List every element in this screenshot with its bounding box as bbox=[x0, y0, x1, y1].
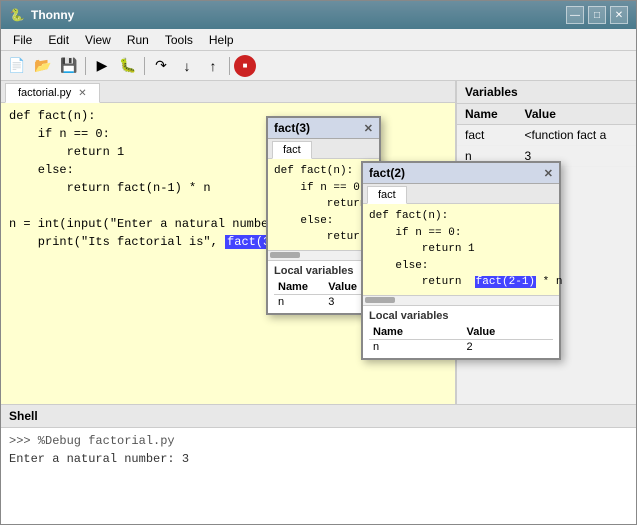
debug-scroll-fact2[interactable] bbox=[363, 295, 559, 305]
editor-tab-bar: factorial.py ✕ bbox=[1, 81, 455, 103]
debug-code2-line-5: return fact(2-1) * n bbox=[369, 274, 553, 291]
stop-button[interactable]: ■ bbox=[234, 55, 256, 77]
debug-code2-line-1: def fact(n): bbox=[369, 208, 553, 225]
debug-code-line-2: if n == 0: bbox=[274, 180, 373, 197]
var-name-fact: fact bbox=[457, 125, 517, 146]
debug-var-col-value-fact2: Value bbox=[463, 325, 554, 340]
toolbar-separator-1 bbox=[85, 57, 86, 75]
debug-close-fact3[interactable]: ✕ bbox=[364, 122, 373, 135]
toolbar: 📄 📂 💾 ▶ 🐛 ↷ ↓ ↑ ■ bbox=[1, 51, 636, 81]
debug-titlebar-fact3: fact(3) ✕ bbox=[268, 118, 379, 139]
toolbar-separator-3 bbox=[229, 57, 230, 75]
var-col-value: Value bbox=[517, 104, 636, 125]
maximize-button[interactable]: □ bbox=[588, 6, 606, 24]
debug-var-n-value-fact2: 2 bbox=[463, 339, 554, 354]
debug-var-row-n-fact2: n 2 bbox=[369, 339, 553, 354]
debug-code-line-1: def fact(n): bbox=[274, 163, 373, 180]
app-icon: 🐍 bbox=[9, 7, 25, 23]
debug-tab-bar-fact2: fact bbox=[363, 184, 559, 204]
debug-local-title-fact3: Local variables bbox=[274, 265, 373, 277]
debug-tab-bar-fact3: fact bbox=[268, 139, 379, 159]
tab-factorial[interactable]: factorial.py ✕ bbox=[5, 83, 100, 103]
debug-code-line-4: else: bbox=[274, 213, 373, 230]
debug-code-fact2: def fact(n): if n == 0: return 1 else: r… bbox=[363, 204, 559, 295]
var-row-fact: fact <function fact a bbox=[457, 125, 636, 146]
shell-line-1: >>> %Debug factorial.py bbox=[9, 432, 628, 450]
tab-close-icon[interactable]: ✕ bbox=[78, 88, 86, 99]
title-bar-left: 🐍 Thonny bbox=[9, 7, 74, 23]
menu-edit[interactable]: Edit bbox=[40, 31, 77, 49]
debug-local-vars-fact2: Local variables Name Value n 2 bbox=[363, 305, 559, 358]
minimize-button[interactable]: — bbox=[566, 6, 584, 24]
step-out-button[interactable]: ↑ bbox=[201, 55, 225, 77]
menu-bar: File Edit View Run Tools Help bbox=[1, 29, 636, 51]
debug-var-col-name-fact3: Name bbox=[274, 280, 324, 295]
debug-var-n-name-fact2: n bbox=[369, 339, 463, 354]
debug-scroll-thumb-fact2 bbox=[365, 297, 395, 303]
debug-var-row-n-fact3: n 3 bbox=[274, 294, 373, 309]
variables-table: Name Value fact <function fact a n 3 bbox=[457, 104, 636, 167]
variables-title: Variables bbox=[457, 81, 636, 104]
debug-scroll-thumb-fact3 bbox=[270, 252, 300, 258]
debug-highlight-fact21: fact(2-1) bbox=[475, 276, 536, 288]
code-line-1: def fact(n): bbox=[9, 107, 447, 125]
debug-var-n-name-fact3: n bbox=[274, 294, 324, 309]
debug-button[interactable]: 🐛 bbox=[116, 55, 140, 77]
debug-code-line-3: return bbox=[274, 196, 373, 213]
step-over-button[interactable]: ↷ bbox=[149, 55, 173, 77]
close-button[interactable]: ✕ bbox=[610, 6, 628, 24]
menu-tools[interactable]: Tools bbox=[157, 31, 201, 49]
main-window: 🐍 Thonny — □ ✕ File Edit View Run Tools … bbox=[0, 0, 637, 525]
menu-run[interactable]: Run bbox=[119, 31, 157, 49]
code-line-3: return 1 bbox=[9, 143, 447, 161]
debug-titlebar-fact2: fact(2) ✕ bbox=[363, 163, 559, 184]
save-file-button[interactable]: 💾 bbox=[57, 55, 81, 77]
open-file-button[interactable]: 📂 bbox=[31, 55, 55, 77]
tab-label: factorial.py bbox=[18, 87, 71, 99]
var-value-fact: <function fact a bbox=[517, 125, 636, 146]
shell-line-2: Enter a natural number: 3 bbox=[9, 450, 628, 468]
shell-content[interactable]: >>> %Debug factorial.py Enter a natural … bbox=[1, 428, 636, 524]
main-area: factorial.py ✕ def fact(n): if n == 0: r… bbox=[1, 81, 636, 524]
menu-help[interactable]: Help bbox=[201, 31, 242, 49]
title-bar: 🐍 Thonny — □ ✕ bbox=[1, 1, 636, 29]
shell-panel: Shell >>> %Debug factorial.py Enter a na… bbox=[1, 404, 636, 524]
debug-code2-line-4: else: bbox=[369, 258, 553, 275]
debug-code2-line-3: return 1 bbox=[369, 241, 553, 258]
menu-file[interactable]: File bbox=[5, 31, 40, 49]
menu-view[interactable]: View bbox=[77, 31, 119, 49]
toolbar-separator-2 bbox=[144, 57, 145, 75]
var-col-name: Name bbox=[457, 104, 517, 125]
debug-close-fact2[interactable]: ✕ bbox=[544, 167, 553, 180]
debug-var-table-fact3: Name Value n 3 bbox=[274, 280, 373, 309]
debug-var-col-name-fact2: Name bbox=[369, 325, 463, 340]
debug-title-text-fact2: fact(2) bbox=[369, 166, 405, 180]
debug-code2-line-2: if n == 0: bbox=[369, 225, 553, 242]
debug-local-title-fact2: Local variables bbox=[369, 310, 553, 322]
debug-tab-fact2[interactable]: fact bbox=[367, 186, 407, 204]
new-file-button[interactable]: 📄 bbox=[5, 55, 29, 77]
debug-code-line-5: retur bbox=[274, 229, 373, 246]
debug-title-text-fact3: fact(3) bbox=[274, 121, 310, 135]
window-title: Thonny bbox=[31, 8, 74, 22]
debug-tab-fact3[interactable]: fact bbox=[272, 141, 312, 159]
run-button[interactable]: ▶ bbox=[90, 55, 114, 77]
title-controls: — □ ✕ bbox=[566, 6, 628, 24]
debug-var-table-fact2: Name Value n 2 bbox=[369, 325, 553, 354]
code-line-2: if n == 0: bbox=[9, 125, 447, 143]
shell-title: Shell bbox=[1, 405, 636, 428]
debug-window-fact2: fact(2) ✕ fact def fact(n): if n == 0: r… bbox=[361, 161, 561, 360]
step-into-button[interactable]: ↓ bbox=[175, 55, 199, 77]
